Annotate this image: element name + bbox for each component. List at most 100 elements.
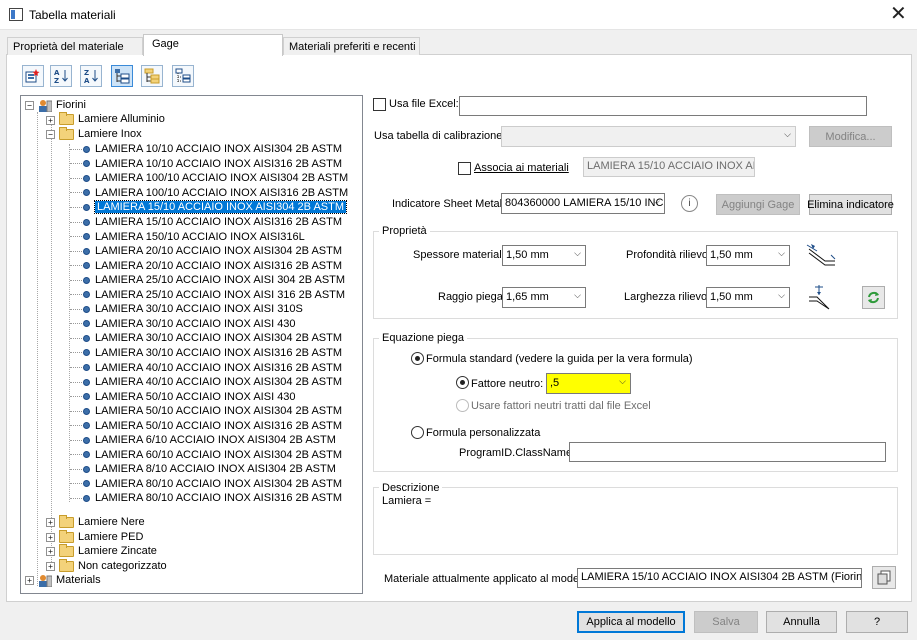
- calibration-select[interactable]: ⌵: [501, 126, 796, 147]
- tree-folder-lamiere-zincate[interactable]: Lamiere Zincate: [59, 543, 157, 559]
- collapse-fiorini-toggle[interactable]: −: [25, 101, 34, 110]
- tree-item-gage[interactable]: LAMIERA 50/10 ACCIAIO INOX AISI316 2B AS…: [70, 418, 342, 433]
- modify-button[interactable]: Modifica...: [809, 126, 892, 147]
- tree-item-gage[interactable]: LAMIERA 10/10 ACCIAIO INOX AISI316 2B AS…: [70, 157, 342, 172]
- neutral-factor-select[interactable]: ,5 ⌵: [546, 373, 631, 394]
- relief-depth-select[interactable]: 1,50 mm ⌵: [706, 245, 790, 266]
- tab-favorites[interactable]: Materiali preferiti e recenti: [283, 37, 420, 55]
- neutral-factor-radio[interactable]: [456, 376, 469, 389]
- associate-material-input[interactable]: LAMIERA 15/10 ACCIAIO INOX AISI3: [583, 157, 755, 177]
- tree-connector: [70, 279, 82, 281]
- tree-item-gage[interactable]: LAMIERA 80/10 ACCIAIO INOX AISI304 2B AS…: [70, 477, 342, 492]
- gage-icon: [83, 262, 90, 270]
- tree-root-label: Materials: [56, 574, 101, 587]
- tree-folder-non-categorizzato[interactable]: Non categorizzato: [59, 558, 167, 574]
- tree-connector: [70, 381, 82, 383]
- calibration-label: Usa tabella di calibrazione:: [374, 130, 506, 142]
- excel-neutral-factor-radio[interactable]: [456, 399, 469, 412]
- standard-formula-radio[interactable]: [411, 352, 424, 365]
- tree-item-gage[interactable]: LAMIERA 10/10 ACCIAIO INOX AISI304 2B AS…: [70, 142, 342, 157]
- info-icon[interactable]: i: [681, 195, 698, 212]
- refresh-icon: [868, 291, 879, 304]
- tree-item-gage[interactable]: LAMIERA 30/10 ACCIAIO INOX AISI 430: [70, 317, 296, 332]
- expand-lamiere-nere-toggle[interactable]: +: [46, 518, 55, 527]
- bend-radius-select[interactable]: 1,65 mm ⌵: [502, 287, 586, 308]
- folder-icon: [59, 529, 74, 543]
- tree-connector: [70, 454, 82, 456]
- add-gage-button[interactable]: Aggiungi Gage: [716, 194, 800, 215]
- tree-root-materials[interactable]: Materials: [38, 573, 101, 588]
- tree-item-gage[interactable]: LAMIERA 20/10 ACCIAIO INOX AISI304 2B AS…: [70, 244, 342, 259]
- close-button[interactable]: ✕: [890, 3, 907, 23]
- tree-folder-lamiere-ped[interactable]: Lamiere PED: [59, 529, 143, 545]
- tree-item-gage[interactable]: LAMIERA 25/10 ACCIAIO INOX AISI 304 2B A…: [70, 273, 345, 288]
- tree-item-gage[interactable]: LAMIERA 50/10 ACCIAIO INOX AISI304 2B AS…: [70, 404, 342, 419]
- tab-material-properties[interactable]: Proprietà del materiale: [7, 37, 143, 55]
- excel-file-input[interactable]: [459, 96, 867, 116]
- tree-item-gage[interactable]: LAMIERA 60/10 ACCIAIO INOX AISI304 2B AS…: [70, 448, 342, 463]
- tree-item-gage[interactable]: LAMIERA 25/10 ACCIAIO INOX AISI 316 2B A…: [70, 288, 345, 303]
- tree-item-gage[interactable]: LAMIERA 20/10 ACCIAIO INOX AISI316 2B AS…: [70, 258, 342, 273]
- tree-item-gage[interactable]: LAMIERA 15/10 ACCIAIO INOX AISI316 2B AS…: [70, 215, 342, 230]
- tree-item-gage[interactable]: LAMIERA 100/10 ACCIAIO INOX AISI316 2B A…: [70, 186, 348, 201]
- tree-item-gage[interactable]: LAMIERA 40/10 ACCIAIO INOX AISI304 2B AS…: [70, 375, 342, 390]
- help-button[interactable]: ?: [846, 611, 908, 633]
- tree-item-label: LAMIERA 25/10 ACCIAIO INOX AISI 304 2B A…: [95, 274, 346, 287]
- applied-material-label: Materiale attualmente applicato al model…: [384, 573, 594, 585]
- tree-folder-label: Lamiere Inox: [78, 128, 142, 141]
- tree-item-label: LAMIERA 10/10 ACCIAIO INOX AISI316 2B AS…: [95, 157, 343, 170]
- tree-item-gage[interactable]: LAMIERA 6/10 ACCIAIO INOX AISI304 2B AST…: [70, 433, 336, 448]
- collapse-lamiere-inox-toggle[interactable]: −: [46, 130, 55, 139]
- tree-item-gage[interactable]: LAMIERA 50/10 ACCIAIO INOX AISI 430: [70, 389, 296, 404]
- copy-material-button[interactable]: [872, 566, 896, 589]
- tree-folder-lamiere-inox[interactable]: Lamiere Inox: [59, 126, 142, 142]
- expand-lamiere-alluminio-toggle[interactable]: +: [46, 116, 55, 125]
- applied-material-input[interactable]: LAMIERA 15/10 ACCIAIO INOX AISI304 2B AS…: [577, 568, 862, 588]
- tree-item-gage[interactable]: LAMIERA 100/10 ACCIAIO INOX AISI304 2B A…: [70, 171, 348, 186]
- use-excel-checkbox[interactable]: [373, 98, 386, 111]
- materials-tree[interactable]: − Fiorini + Lamiere Alluminio − Lamiere …: [20, 95, 363, 594]
- tree-item-gage[interactable]: LAMIERA 40/10 ACCIAIO INOX AISI316 2B AS…: [70, 360, 342, 375]
- tree-item-gage[interactable]: LAMIERA 30/10 ACCIAIO INOX AISI316 2B AS…: [70, 346, 342, 361]
- classname-input[interactable]: [569, 442, 886, 462]
- save-button[interactable]: Salva: [694, 611, 758, 633]
- tree-folder-lamiere-nere[interactable]: Lamiere Nere: [59, 514, 145, 530]
- associate-checkbox[interactable]: [458, 162, 471, 175]
- gage-icon: [83, 378, 90, 386]
- expand-tree-icon: [144, 68, 160, 84]
- expand-tree-button[interactable]: [141, 65, 163, 87]
- tree-connector: [70, 497, 82, 499]
- tree-view-button[interactable]: [111, 65, 133, 87]
- relief-width-select[interactable]: 1,50 mm ⌵: [706, 287, 790, 308]
- sort-descending-button[interactable]: ZA: [80, 65, 102, 87]
- remove-indicator-button[interactable]: Elimina indicatore: [807, 194, 894, 215]
- gage-icon: [83, 451, 90, 459]
- expand-lamiere-zincate-toggle[interactable]: +: [46, 547, 55, 556]
- tree-item-gage[interactable]: LAMIERA 30/10 ACCIAIO INOX AISI 310S: [70, 302, 303, 317]
- indicator-select[interactable]: 804360000 LAMIERA 15/10 INC ⌵: [501, 193, 665, 214]
- gage-icon: [83, 247, 90, 255]
- tree-item-gage[interactable]: LAMIERA 8/10 ACCIAIO INOX AISI304 2B AST…: [70, 462, 336, 477]
- gage-icon: [83, 422, 90, 430]
- tree-item-gage[interactable]: LAMIERA 150/10 ACCIAIO INOX AISI316L: [70, 229, 305, 244]
- custom-formula-radio[interactable]: [411, 426, 424, 439]
- cancel-button[interactable]: Annulla: [766, 611, 837, 633]
- tree-item-gage[interactable]: LAMIERA 80/10 ACCIAIO INOX AISI316 2B AS…: [70, 491, 342, 506]
- tab-gage[interactable]: Gage: [143, 34, 283, 56]
- expand-materials-toggle[interactable]: +: [25, 576, 34, 585]
- tree-item-gage[interactable]: LAMIERA 15/10 ACCIAIO INOX AISI304 2B AS…: [70, 200, 348, 215]
- tree-item-gage[interactable]: LAMIERA 30/10 ACCIAIO INOX AISI304 2B AS…: [70, 331, 342, 346]
- new-library-button[interactable]: [22, 65, 44, 87]
- tree-folder-lamiere-alluminio[interactable]: Lamiere Alluminio: [59, 111, 165, 127]
- refresh-button[interactable]: [862, 286, 885, 309]
- tree-connector: [70, 177, 82, 179]
- apply-to-model-button[interactable]: Applica al modello: [577, 611, 685, 633]
- expand-non-categorizzato-toggle[interactable]: +: [46, 562, 55, 571]
- tree-connector: [70, 468, 82, 470]
- thickness-select[interactable]: 1,50 mm ⌵: [502, 245, 586, 266]
- sort-ascending-button[interactable]: AZ: [50, 65, 72, 87]
- expand-lamiere-ped-toggle[interactable]: +: [46, 533, 55, 542]
- tree-root-fiorini[interactable]: Fiorini: [38, 98, 86, 113]
- tree-item-label: LAMIERA 100/10 ACCIAIO INOX AISI316 2B A…: [95, 186, 349, 199]
- collapse-tree-button[interactable]: [172, 65, 194, 87]
